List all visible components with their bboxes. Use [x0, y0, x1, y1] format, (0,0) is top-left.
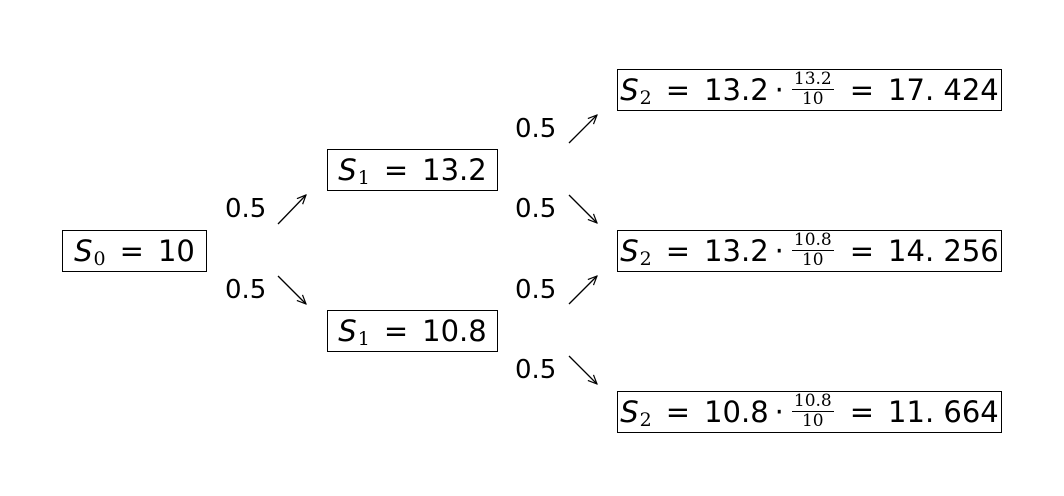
node-s1-down-eq: = — [383, 313, 409, 348]
node-s2-uu-var: S — [620, 72, 639, 107]
node-s2-dd-eq2: = — [849, 394, 875, 429]
node-s2-dd: S2 = 10.8 · 10.8 10 = 11. 664 — [617, 391, 1002, 433]
node-s2-uu-eq: = — [665, 72, 691, 107]
node-s1-up-eq: = — [383, 152, 409, 187]
node-s1-down-var: S — [338, 313, 357, 348]
prob-s1d-down: 0.5 — [515, 355, 557, 385]
node-s2-dd-fraction: 10.8 10 — [791, 390, 834, 431]
node-s1-up: S1 = 13.2 — [327, 149, 498, 191]
node-s2-uu-fraction: 13.2 10 — [791, 68, 834, 109]
node-s1-down: S1 = 10.8 — [327, 310, 498, 352]
node-s2-dd-eq: = — [665, 394, 691, 429]
arrow-s1u-down — [568, 194, 597, 223]
node-s2-ud-eq2: = — [849, 233, 875, 268]
node-s2-uu-denominator: 10 — [801, 88, 824, 109]
node-s0-var: S — [74, 233, 93, 268]
node-s2-uu-dot: · — [774, 72, 784, 107]
node-s2-uu-lhs: 13.2 — [704, 72, 769, 107]
prob-s0-down: 0.5 — [225, 275, 267, 305]
node-s1-up-sub: 1 — [357, 166, 370, 189]
node-s2-uu-sub: 2 — [639, 86, 652, 109]
node-s1-down-value: 10.8 — [422, 313, 487, 348]
node-s2-ud-lhs: 13.2 — [704, 233, 769, 268]
node-s2-dd-lhs: 10.8 — [704, 394, 769, 429]
arrow-s1u-up — [568, 115, 597, 144]
node-s2-dd-result: 11. 664 — [888, 394, 999, 429]
node-s2-dd-denominator: 10 — [801, 410, 824, 431]
node-s0-value: 10 — [157, 233, 195, 268]
node-s2-uu-numerator: 13.2 — [791, 68, 834, 90]
prob-s1d-up: 0.5 — [515, 275, 557, 305]
node-s2-ud: S2 = 13.2 · 10.8 10 = 14. 256 — [617, 230, 1002, 272]
node-s2-ud-numerator: 10.8 — [791, 229, 834, 251]
node-s2-uu: S2 = 13.2 · 13.2 10 = 17. 424 — [617, 69, 1002, 111]
node-s2-ud-var: S — [620, 233, 639, 268]
node-s2-dd-sub: 2 — [639, 408, 652, 431]
node-s2-dd-numerator: 10.8 — [791, 390, 834, 412]
node-s0-sub: 0 — [93, 247, 106, 270]
node-s2-dd-dot: · — [774, 394, 784, 429]
node-s2-dd-var: S — [620, 394, 639, 429]
node-s2-ud-result: 14. 256 — [888, 233, 999, 268]
node-s2-uu-result: 17. 424 — [888, 72, 999, 107]
prob-s1u-down: 0.5 — [515, 194, 557, 224]
node-s2-ud-eq: = — [665, 233, 691, 268]
node-s2-uu-eq2: = — [849, 72, 875, 107]
node-s0-eq: = — [119, 233, 144, 268]
arrow-s1d-up — [568, 276, 597, 305]
node-s1-up-value: 13.2 — [422, 152, 487, 187]
node-s2-ud-fraction: 10.8 10 — [791, 229, 834, 270]
node-s1-up-var: S — [338, 152, 357, 187]
node-s0: S0 = 10 — [62, 230, 207, 272]
arrow-s1d-down — [568, 355, 597, 384]
arrow-s0-down — [277, 275, 306, 304]
node-s2-ud-sub: 2 — [639, 247, 652, 270]
node-s2-ud-denominator: 10 — [801, 249, 824, 270]
prob-s0-up: 0.5 — [225, 194, 267, 224]
arrow-s0-up — [277, 195, 306, 225]
node-s2-ud-dot: · — [774, 233, 784, 268]
node-s1-down-sub: 1 — [357, 327, 370, 350]
prob-s1u-up: 0.5 — [515, 114, 557, 144]
